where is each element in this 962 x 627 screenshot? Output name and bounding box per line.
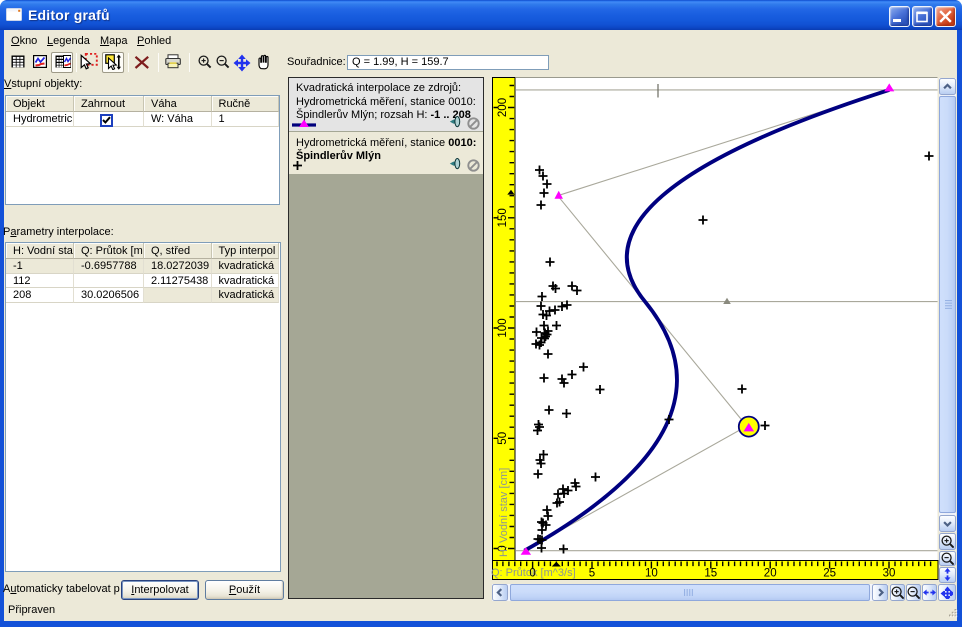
svg-text:5: 5 [589, 568, 595, 580]
svg-text:25: 25 [823, 568, 836, 580]
svg-text:10: 10 [645, 568, 658, 580]
svg-text:0: 0 [529, 568, 535, 580]
svg-text:20: 20 [764, 568, 777, 580]
svg-text:50: 50 [497, 432, 509, 445]
svg-text:100: 100 [497, 318, 509, 337]
svg-text:15: 15 [704, 568, 717, 580]
svg-text:200: 200 [497, 98, 509, 117]
svg-text:150: 150 [497, 208, 509, 227]
svg-text:30: 30 [883, 568, 896, 580]
svg-text:H: Vodní stav [cm]: H: Vodní stav [cm] [498, 468, 510, 557]
